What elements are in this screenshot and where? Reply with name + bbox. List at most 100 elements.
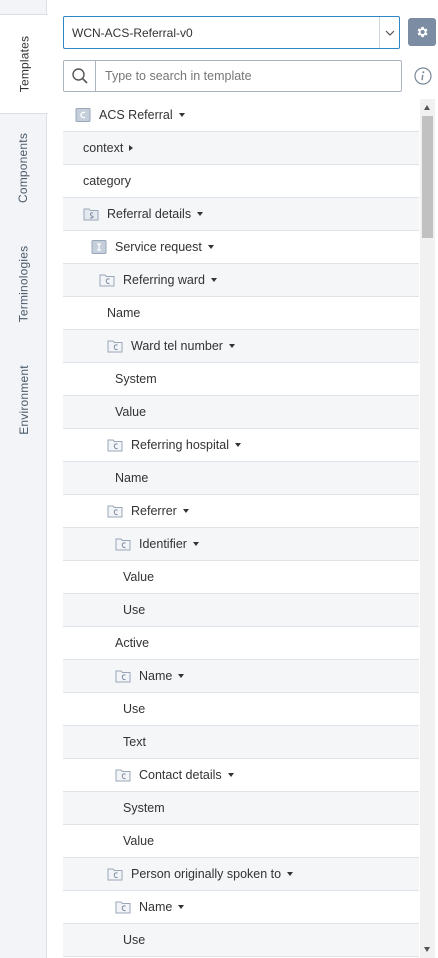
caret-down-icon[interactable] <box>178 905 185 909</box>
tree-row-label: Value <box>123 834 155 848</box>
cluster-icon <box>115 900 139 914</box>
caret-down-icon[interactable] <box>234 443 241 447</box>
scroll-down-arrow-icon[interactable] <box>424 947 430 952</box>
tree-row[interactable]: Person originally spoken to <box>63 858 419 891</box>
tree-row[interactable]: Value <box>63 825 419 858</box>
tree-row[interactable]: System <box>63 363 419 396</box>
tree-row-label: System <box>115 372 157 386</box>
tree-row-label: Referrer <box>131 504 177 518</box>
search-input[interactable] <box>96 69 401 83</box>
tree-row[interactable]: category <box>63 165 419 198</box>
tree-row[interactable]: context <box>63 132 419 165</box>
caret-down-icon[interactable] <box>287 872 294 876</box>
tree-row-label: Use <box>123 702 146 716</box>
template-search <box>63 60 402 92</box>
tree-scrollbar[interactable] <box>420 99 435 958</box>
tab-components-label: Components <box>16 132 31 204</box>
caret-down-icon[interactable] <box>182 509 189 513</box>
tree-row-label: Value <box>123 570 155 584</box>
tree-row-label: Value <box>115 405 147 419</box>
tree-row[interactable]: Identifier <box>63 528 419 561</box>
gear-icon <box>417 26 428 38</box>
caret-down-icon[interactable] <box>227 773 234 777</box>
tree-row[interactable]: Referral details <box>63 198 419 231</box>
scroll-up-arrow-icon[interactable] <box>424 105 430 110</box>
search-icon <box>64 61 96 91</box>
tree-row[interactable]: Use <box>63 693 419 726</box>
caret-down-icon[interactable] <box>192 542 199 546</box>
tab-templates[interactable]: Templates <box>0 14 48 114</box>
cluster-icon <box>115 537 139 551</box>
tree-row-label: Ward tel number <box>131 339 223 353</box>
caret-down-icon[interactable] <box>197 212 204 216</box>
tree-row-label: ACS Referral <box>99 108 173 122</box>
tree-row[interactable]: Active <box>63 627 419 660</box>
chevron-down-icon[interactable] <box>379 17 399 48</box>
section-icon <box>83 207 107 221</box>
tree-row-label: Text <box>123 735 146 749</box>
tab-environment[interactable]: Environment <box>0 350 47 450</box>
cluster-icon <box>107 339 131 353</box>
tree-row[interactable]: Name <box>63 660 419 693</box>
cluster-icon <box>107 504 131 518</box>
tree-row-label: Name <box>107 306 141 320</box>
tree-row-label: Name <box>139 900 173 914</box>
cluster-icon <box>99 273 123 287</box>
template-select-value: WCN-ACS-Referral-v0 <box>72 25 193 40</box>
tree-row[interactable]: Text <box>63 726 419 759</box>
tree-row[interactable]: Name <box>63 891 419 924</box>
info-icon[interactable] <box>414 67 432 85</box>
tree-row-label: Person originally spoken to <box>131 867 282 881</box>
cluster-icon <box>115 768 139 782</box>
tree-row[interactable]: Contact details <box>63 759 419 792</box>
tree-row-label: Contact details <box>139 768 222 782</box>
tree-row-label: category <box>83 174 131 188</box>
tree-row-label: Referring hospital <box>131 438 229 452</box>
tree-row[interactable]: System <box>63 792 419 825</box>
cluster-icon <box>107 438 131 452</box>
tab-terminologies[interactable]: Terminologies <box>0 232 47 336</box>
tree-row[interactable]: Referring ward <box>63 264 419 297</box>
tree-row[interactable]: Value <box>63 561 419 594</box>
tree-row[interactable]: Name <box>63 462 419 495</box>
scrollbar-thumb[interactable] <box>422 116 433 238</box>
tree-row[interactable]: ACS Referral <box>63 99 419 132</box>
instruction-icon <box>91 240 115 254</box>
tree-row-label: Identifier <box>139 537 187 551</box>
tab-templates-label: Templates <box>17 35 31 93</box>
settings-button[interactable] <box>408 18 436 46</box>
tab-terminologies-label: Terminologies <box>16 245 31 323</box>
caret-right-icon[interactable] <box>129 145 134 151</box>
cluster-icon <box>107 867 131 881</box>
cluster-icon <box>115 669 139 683</box>
tree-row-label: Active <box>115 636 150 650</box>
tab-environment-label: Environment <box>16 365 31 435</box>
tree-row-label: Use <box>123 603 146 617</box>
caret-down-icon[interactable] <box>228 344 235 348</box>
tree-row[interactable]: Value <box>63 396 419 429</box>
tree-row-label: context <box>83 141 124 155</box>
tree-row-label: Service request <box>115 240 202 254</box>
tree-row[interactable]: Use <box>63 594 419 627</box>
tree-row[interactable]: Use <box>63 924 419 957</box>
tree-row[interactable]: Ward tel number <box>63 330 419 363</box>
tree-row-label: System <box>123 801 165 815</box>
tree-row[interactable]: Referring hospital <box>63 429 419 462</box>
tree-row-label: Referring ward <box>123 273 205 287</box>
caret-down-icon[interactable] <box>207 245 214 249</box>
template-tree: ACS Referral context category Referral deta… <box>63 99 419 958</box>
side-tab-strip: Templates Components Terminologies Envir… <box>0 0 48 958</box>
composition-icon <box>75 108 99 122</box>
tree-row-label: Referral details <box>107 207 192 221</box>
caret-down-icon[interactable] <box>210 278 217 282</box>
tree-row[interactable]: Name <box>63 297 419 330</box>
caret-down-icon[interactable] <box>178 674 185 678</box>
caret-down-icon[interactable] <box>178 113 185 117</box>
tree-row-label: Name <box>115 471 149 485</box>
tree-row[interactable]: Service request <box>63 231 419 264</box>
template-select[interactable]: WCN-ACS-Referral-v0 <box>63 16 400 49</box>
tree-row[interactable]: Referrer <box>63 495 419 528</box>
tree-row-label: Use <box>123 933 146 947</box>
tab-components[interactable]: Components <box>0 118 47 218</box>
tree-row-label: Name <box>139 669 173 683</box>
